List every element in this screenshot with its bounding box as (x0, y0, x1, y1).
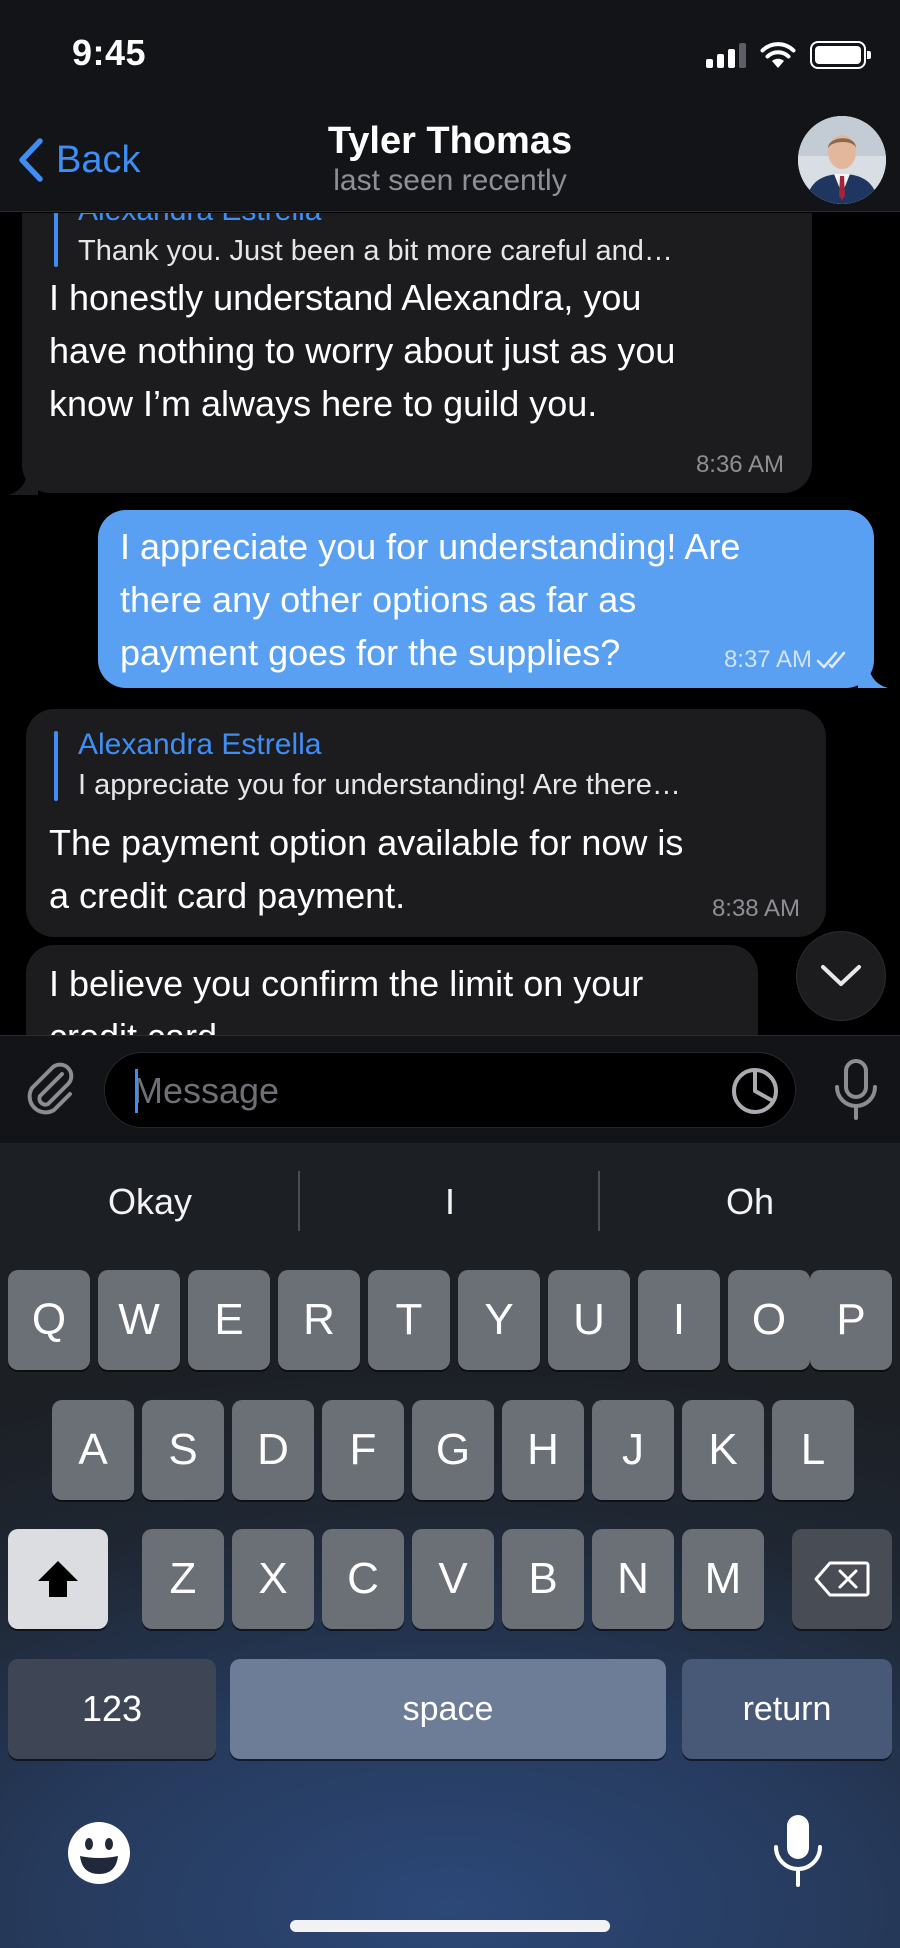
key-e[interactable]: E (188, 1270, 270, 1370)
key-z[interactable]: Z (142, 1529, 224, 1629)
reply-preview[interactable]: Alexandra Estrella Thank you. Just been … (54, 213, 794, 271)
key-n[interactable]: N (592, 1529, 674, 1629)
text-caret (135, 1069, 138, 1113)
return-key[interactable]: return (682, 1659, 892, 1759)
reply-author: Alexandra Estrella (78, 213, 794, 231)
key-j[interactable]: J (592, 1400, 674, 1500)
key-v[interactable]: V (412, 1529, 494, 1629)
space-key[interactable]: space (230, 1659, 666, 1759)
key-u[interactable]: U (548, 1270, 630, 1370)
suggestion-2[interactable]: I (300, 1171, 600, 1233)
message-time: 8:36 AM (695, 451, 784, 478)
reply-snippet: Thank you. Just been a bit more careful … (78, 235, 673, 267)
message-text: I believe you confirm the limit on your (49, 963, 644, 1004)
key-q[interactable]: Q (8, 1270, 90, 1370)
predictive-suggestions: Okay I Oh (0, 1171, 900, 1233)
chat-header: Back Tyler Thomas last seen recently (0, 110, 900, 212)
key-s[interactable]: S (142, 1400, 224, 1500)
message-text: a credit card payment. (49, 875, 406, 916)
message-text: payment goes for the supplies? (120, 632, 621, 673)
avatar[interactable] (798, 116, 886, 204)
battery-icon (810, 41, 871, 69)
key-w[interactable]: W (98, 1270, 180, 1370)
composer-bar (0, 1035, 900, 1143)
message-text: credit card (49, 1010, 643, 1035)
message-bubble-incoming[interactable]: Alexandra Estrella I appreciate you for … (26, 709, 826, 937)
wifi-icon (760, 42, 796, 68)
message-text: The payment option available for now is (49, 822, 684, 863)
message-text: I honestly understand Alexandra, you (49, 277, 642, 318)
reply-snippet: I appreciate you for understanding! Are … (78, 769, 681, 801)
sticker-icon[interactable] (729, 1065, 781, 1117)
key-m[interactable]: M (682, 1529, 764, 1629)
key-b[interactable]: B (502, 1529, 584, 1629)
message-text: know I’m always here to guild you. (49, 383, 598, 424)
status-icons (706, 40, 871, 70)
message-bubble-incoming[interactable]: Alexandra Estrella Thank you. Just been … (22, 213, 812, 493)
key-d[interactable]: D (232, 1400, 314, 1500)
home-indicator (290, 1920, 610, 1932)
emoji-icon[interactable] (66, 1820, 132, 1886)
avatar-photo (798, 116, 886, 204)
chevron-down-icon (821, 965, 861, 986)
key-c[interactable]: C (322, 1529, 404, 1629)
key-p[interactable]: P (810, 1270, 892, 1370)
signal-icon (706, 42, 746, 68)
reply-author: Alexandra Estrella (78, 728, 322, 761)
numbers-key[interactable]: 123 (8, 1659, 216, 1759)
key-x[interactable]: X (232, 1529, 314, 1629)
key-o[interactable]: O (728, 1270, 810, 1370)
key-r[interactable]: R (278, 1270, 360, 1370)
status-time: 9:45 (72, 32, 147, 73)
backspace-icon (814, 1561, 870, 1597)
bubble-tail (8, 465, 38, 495)
message-time: 8:38 AM (711, 895, 800, 922)
key-g[interactable]: G (412, 1400, 494, 1500)
scroll-to-bottom-button[interactable] (796, 931, 886, 1021)
suggestion-3[interactable]: Oh (600, 1171, 900, 1233)
reply-preview[interactable]: Alexandra Estrella I appreciate you for … (54, 725, 814, 805)
key-k[interactable]: K (682, 1400, 764, 1500)
status-bar: 9:45 (0, 0, 900, 110)
message-list[interactable]: Alexandra Estrella Thank you. Just been … (0, 213, 900, 1035)
message-field[interactable] (104, 1052, 796, 1129)
message-bubble-incoming[interactable]: I believe you confirm the limit on your … (26, 945, 758, 1035)
double-check-icon (816, 651, 846, 669)
attach-paperclip-icon[interactable] (22, 1060, 78, 1120)
message-input[interactable] (133, 1053, 693, 1129)
key-y[interactable]: Y (458, 1270, 540, 1370)
key-h[interactable]: H (502, 1400, 584, 1500)
microphone-icon[interactable] (832, 1058, 880, 1122)
key-l[interactable]: L (772, 1400, 854, 1500)
message-text: there any other options as far as (120, 579, 637, 620)
dictation-microphone-icon[interactable] (770, 1813, 826, 1889)
chat-title[interactable]: Tyler Thomas (0, 120, 900, 163)
message-text: have nothing to worry about just as you (49, 330, 676, 371)
chat-status: last seen recently (333, 164, 567, 197)
bubble-tail (858, 658, 888, 688)
shift-key[interactable] (8, 1529, 108, 1629)
message-text: I appreciate you for understanding! Are (120, 526, 741, 567)
message-bubble-outgoing[interactable]: I appreciate you for understanding! Are … (98, 510, 874, 688)
backspace-key[interactable] (792, 1529, 892, 1629)
key-i[interactable]: I (638, 1270, 720, 1370)
message-time: 8:37 AM (724, 646, 852, 674)
keyboard: Okay I Oh Q W E R T Y U I O P A S D F G … (0, 1143, 900, 1948)
key-a[interactable]: A (52, 1400, 134, 1500)
key-t[interactable]: T (368, 1270, 450, 1370)
shift-arrow-icon (38, 1561, 78, 1597)
message-time-label: 8:37 AM (723, 646, 812, 673)
key-f[interactable]: F (322, 1400, 404, 1500)
suggestion-1[interactable]: Okay (0, 1171, 300, 1233)
